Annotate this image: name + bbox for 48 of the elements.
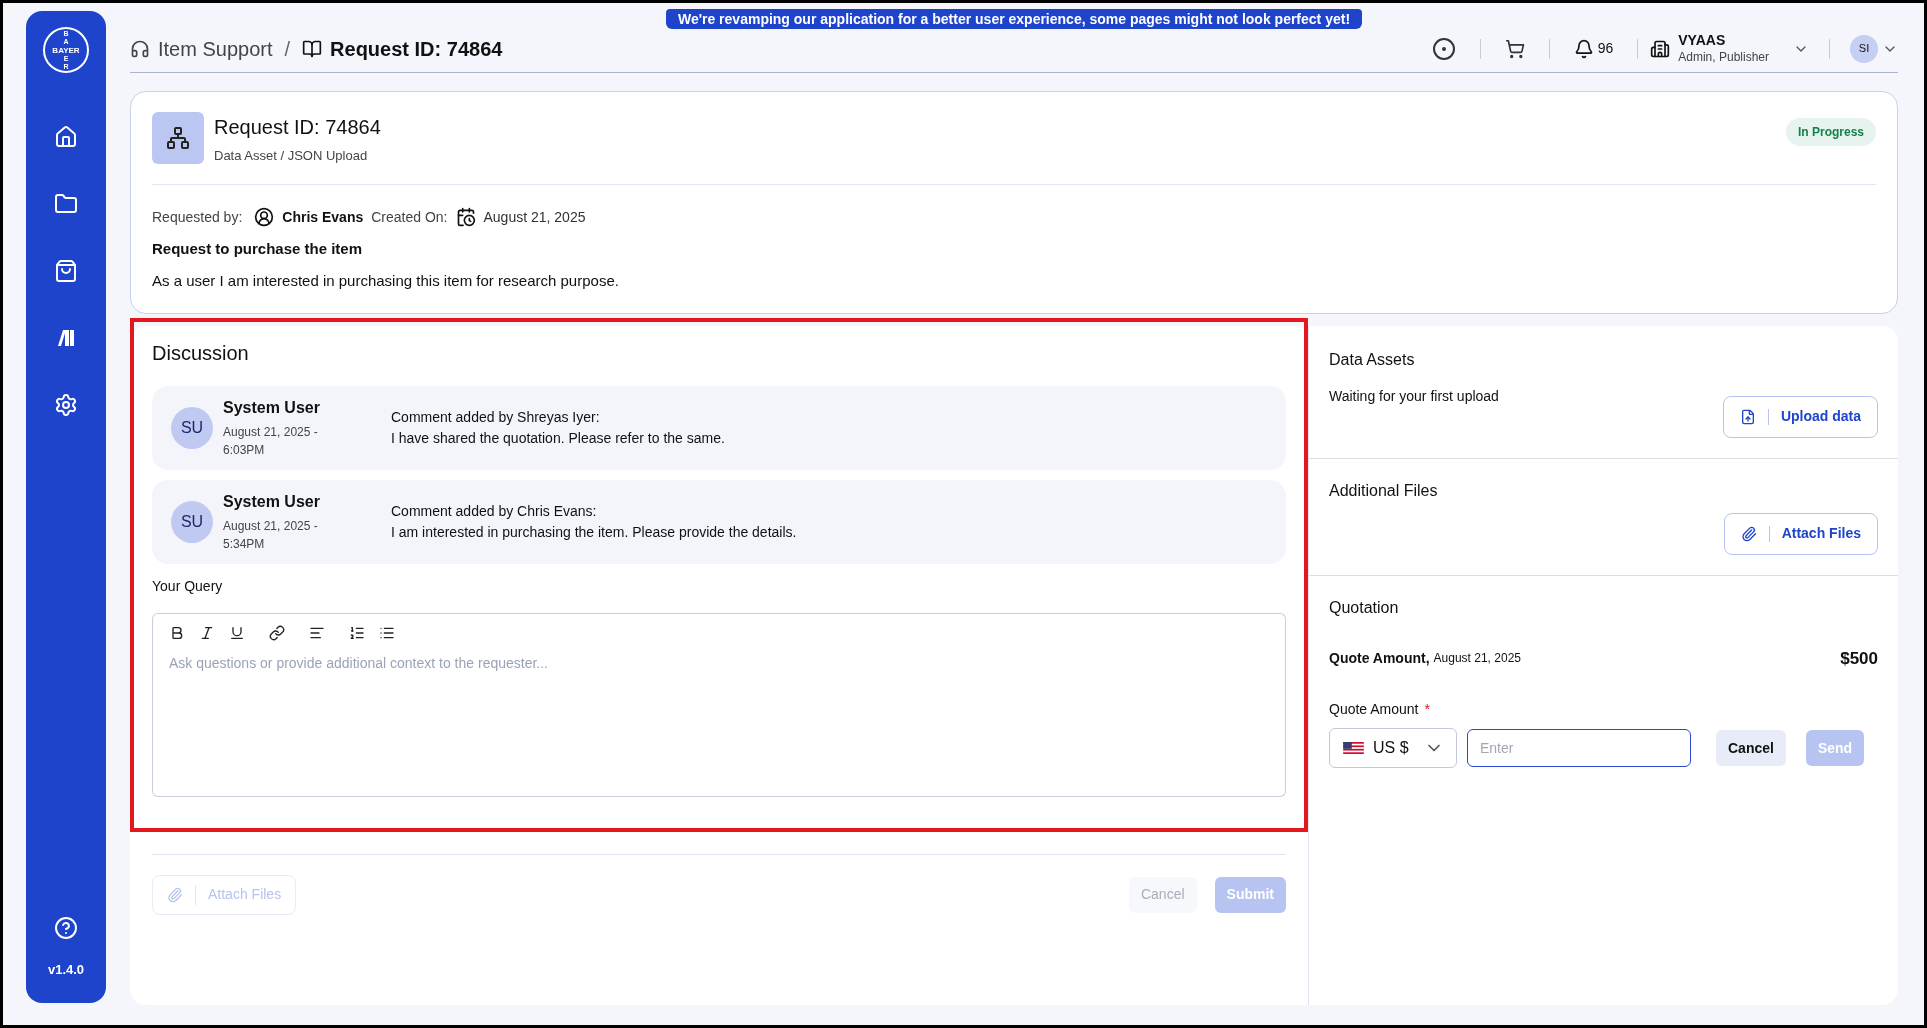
comment-author-line: Comment added by Shreyas Iyer: [391, 407, 601, 427]
breadcrumb-separator: / [284, 36, 291, 62]
requested-by-label: Requested by: [152, 207, 243, 227]
query-label: Your Query [152, 576, 224, 596]
quote-amount-label: Quote Amount [1329, 700, 1419, 719]
created-on-label: Created On: [371, 207, 448, 227]
logo-text-middle: BAYER [52, 45, 80, 55]
breadcrumb-link[interactable]: Item Support [158, 33, 273, 64]
user-avatar[interactable]: SI [1850, 34, 1878, 63]
request-description: As a user I am interested in purchasing this item for research purpose. [152, 271, 620, 291]
comment-date: August 21, 2025 - [223, 423, 319, 441]
additional-files-title: Additional Files [1329, 480, 1439, 501]
request-title: Request ID: 74864 [214, 115, 381, 140]
discussion-title: Discussion [152, 340, 250, 366]
breadcrumb-current: Request ID: 74864 [330, 36, 503, 62]
cancel-button[interactable]: Cancel [1716, 730, 1786, 766]
comment-avatar: SU [171, 500, 213, 543]
comment-author: System User [223, 397, 321, 418]
data-assets-title: Data Assets [1329, 349, 1416, 370]
org-name: VYAAS [1678, 32, 1727, 50]
data-assets-status: Waiting for your first upload [1329, 386, 1499, 406]
status-badge: In Progress [1785, 118, 1876, 146]
quotation-title: Quotation [1329, 597, 1400, 618]
query-input[interactable]: Ask questions or provide additional context to the requester... [152, 646, 1286, 797]
attach-files-button[interactable]: Attach Files [1723, 512, 1878, 555]
notifications-button[interactable]: 96 [1561, 38, 1626, 59]
requester-name: Chris Evans [282, 207, 364, 227]
comment-author-line: Comment added by Chris Evans: [391, 501, 598, 521]
required-mark: * [1424, 700, 1430, 719]
upload-data-button[interactable]: Upload data [1722, 395, 1878, 438]
request-subtitle: Data Asset / JSON Upload [214, 147, 369, 165]
comment-text: I have shared the quotation. Please refer to the same. [391, 428, 725, 448]
comment-time: 6:03PM [223, 441, 266, 459]
request-heading: Request to purchase the item [152, 238, 364, 259]
quote-amount: $500 [1840, 647, 1878, 670]
quote-label: Quote Amount, [1329, 648, 1430, 668]
comment-text: I am interested in purchasing the item. Please provide the details. [391, 522, 797, 542]
notice-banner: We're revamping our application for a better user experience, some pages might not look perfect yet! [665, 9, 1363, 29]
comment-avatar: SU [171, 406, 213, 449]
quote-amount-input[interactable]: Enter [1467, 729, 1691, 767]
comment-date: August 21, 2025 - [223, 517, 319, 535]
org-roles: Admin, Publisher [1678, 49, 1769, 65]
comment-author: System User [223, 491, 321, 512]
created-date: August 21, 2025 [483, 207, 586, 227]
quote-date: August 21, 2025 [1433, 650, 1521, 668]
version-label: v1.4.0 [47, 960, 85, 979]
currency-select[interactable]: US $ [1329, 728, 1457, 768]
comment-time: 5:34PM [223, 535, 266, 553]
